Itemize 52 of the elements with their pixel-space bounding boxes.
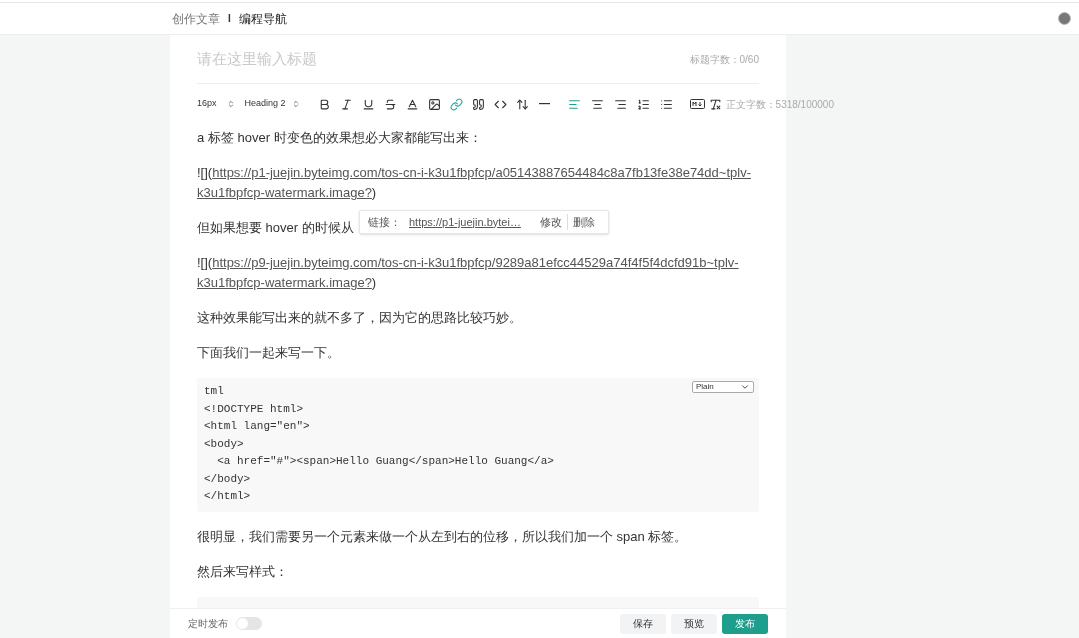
line-height-icon xyxy=(516,97,530,111)
ordered-list-icon xyxy=(637,97,651,111)
code-line: <body> xyxy=(204,436,244,452)
bold-icon xyxy=(318,97,332,111)
popover-label: 链接： xyxy=(368,214,401,230)
breadcrumb-separator: I xyxy=(228,12,231,26)
breadcrumb-current: 编程导航 xyxy=(238,10,287,28)
italic-icon xyxy=(340,97,354,111)
code-line: <!DOCTYPE html> xyxy=(204,401,304,417)
code-line: tml xyxy=(204,384,224,399)
updown-icon xyxy=(291,100,300,108)
divider-icon xyxy=(539,103,551,105)
align-icon xyxy=(568,97,582,111)
title-counter: 标题字数：0/60 xyxy=(689,52,759,67)
quote-icon xyxy=(472,97,486,111)
paragraph: 但如果想要 hover 的时候从 xyxy=(197,219,354,237)
image-icon xyxy=(428,97,442,111)
chevron-icon xyxy=(740,382,750,392)
align-icon xyxy=(614,97,628,111)
link-icon xyxy=(450,97,464,111)
popover-link[interactable]: https://p1-juejin.bytei… xyxy=(409,213,521,231)
updown-icon xyxy=(226,100,235,108)
image-markdown-link[interactable]: ![](https://p1-juejin.byteimg.com/tos-cn-i-k3u1fbpfcp/a05143887654484c8a7fb13fe38e74dd~tplv-k3u1fbpfcp-watermark.image?) xyxy=(197,163,759,203)
font-size-select[interactable]: 16px xyxy=(197,97,235,111)
heading-select[interactable]: Heading 2 xyxy=(244,97,300,111)
paragraph: 下面我们一起来写一下。 xyxy=(197,344,340,362)
paragraph: 这种效果能写出来的就不多了，因为它的思路比较巧妙。 xyxy=(197,309,522,327)
code-line: </html> xyxy=(204,489,251,504)
markdown-icon xyxy=(689,99,705,109)
schedule-label: 定时发布 xyxy=(188,617,228,631)
text-color-icon xyxy=(406,97,420,111)
footer-button[interactable]: 预览 xyxy=(671,613,717,634)
image-markdown-link[interactable]: ![](https://p9-juejin.byteimg.com/tos-cn-i-k3u1fbpfcp/9289a81efcc44529a74f4f5f4dcfd91b~tplv-k3u1fbpfcp-watermark.image?) xyxy=(197,253,759,293)
clear-format-icon xyxy=(708,97,722,111)
paragraph: a 标签 hover 时变色的效果想必大家都能写出来： xyxy=(197,129,482,147)
align-icon xyxy=(591,97,605,111)
code-line: <html lang="en"> xyxy=(204,419,310,434)
underline-icon xyxy=(362,97,376,111)
word-count: 正文字数：5318/100000 xyxy=(724,97,834,112)
schedule-switch[interactable] xyxy=(236,617,262,630)
paragraph: 很明显，我们需要另一个元素来做一个从左到右的位移，所以我们加一个 span 标签。 xyxy=(197,527,688,546)
footer-button[interactable]: 保存 xyxy=(620,613,666,634)
paragraph: 然后来写样式： xyxy=(197,562,288,581)
language-select[interactable]: Plain xyxy=(692,381,754,393)
popover-action[interactable]: 修改 xyxy=(534,213,567,231)
strikethrough-icon xyxy=(384,97,398,111)
code-line: <a href="#"><span>Hello Guang</span>Hello Guang</a> xyxy=(216,454,554,469)
popover-action[interactable]: 删除 xyxy=(566,213,600,231)
breadcrumb-link[interactable]: 创作文章 xyxy=(172,9,220,28)
avatar[interactable] xyxy=(1058,12,1071,25)
bullet-list-icon xyxy=(660,97,674,111)
code-line: </body> xyxy=(204,471,251,487)
